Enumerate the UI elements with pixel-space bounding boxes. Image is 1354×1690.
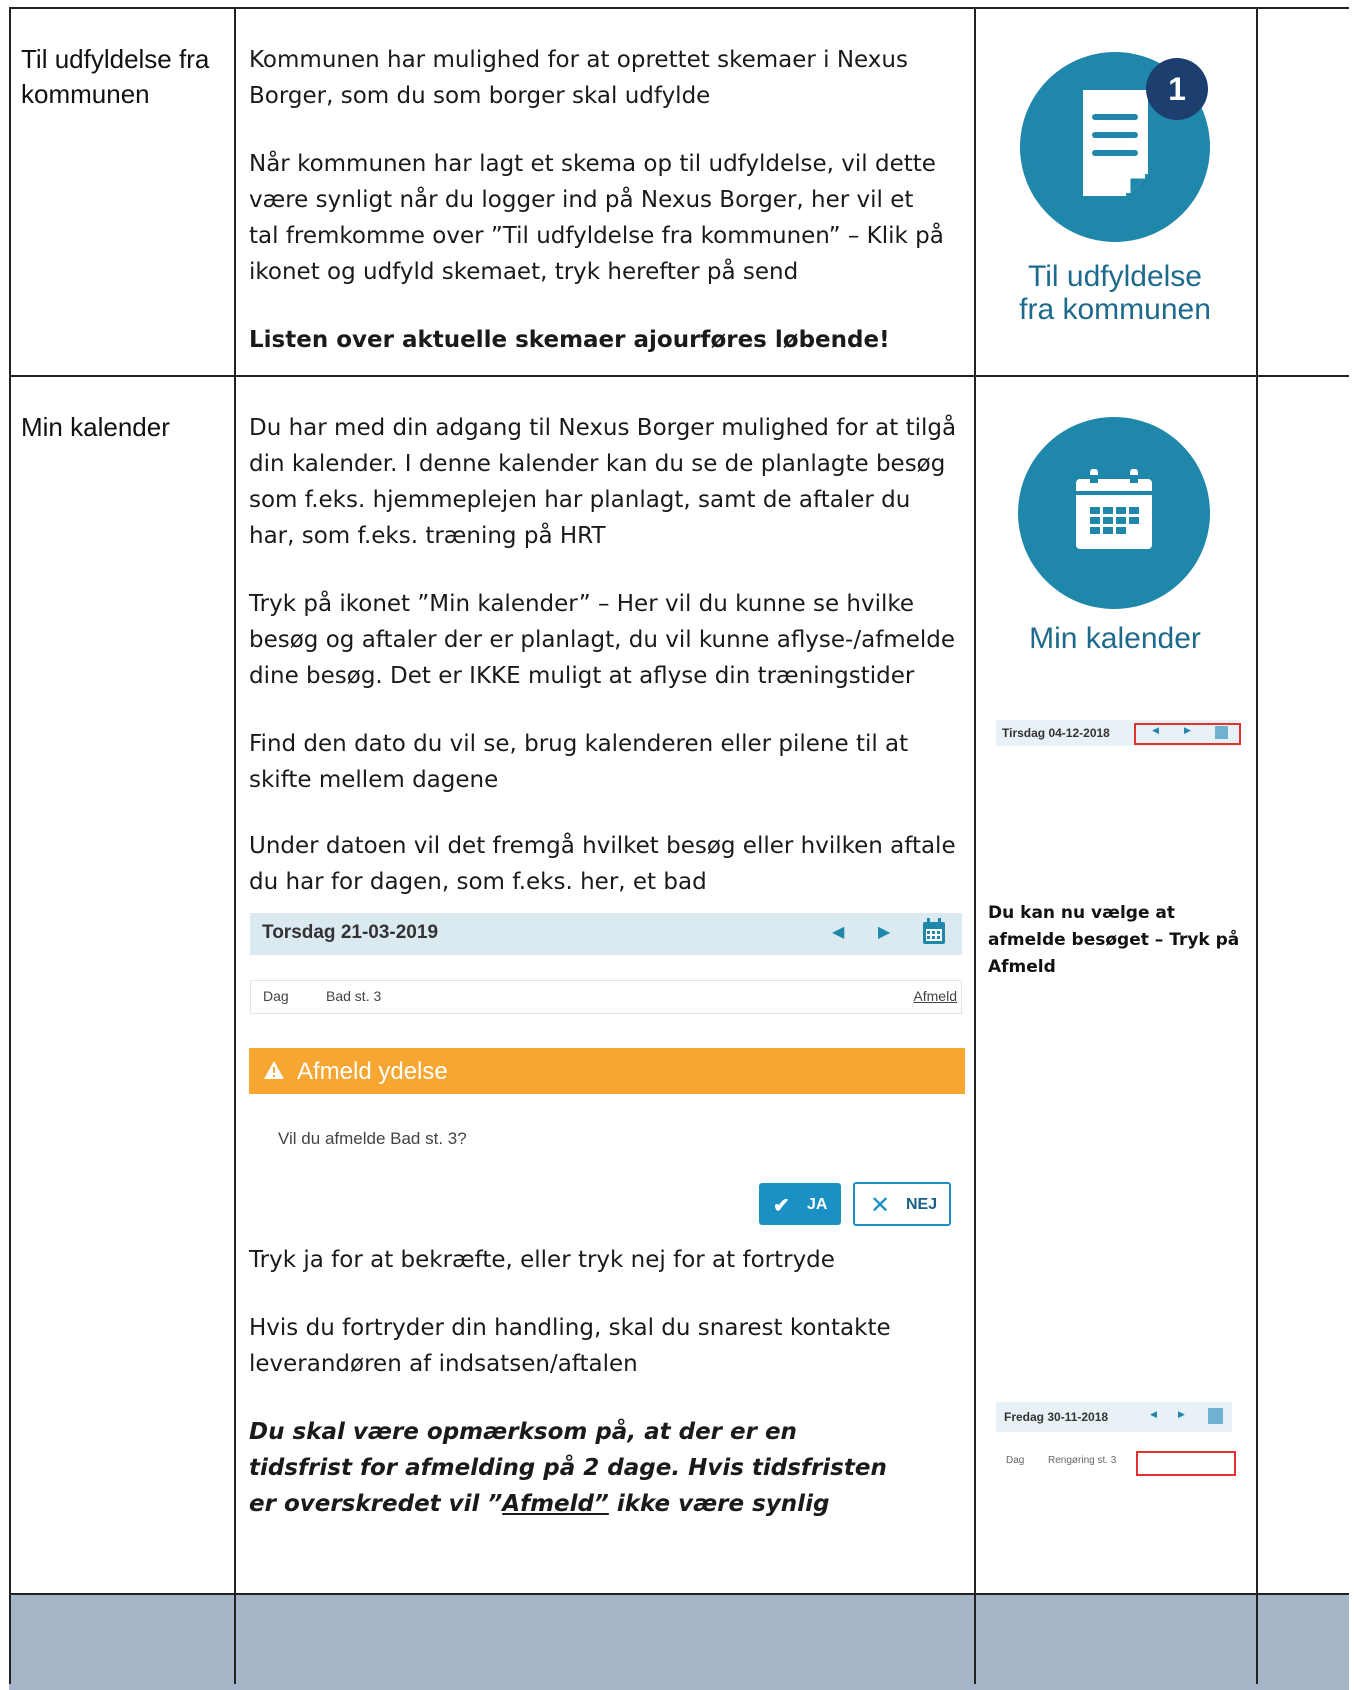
row-label: Min kalender [21, 412, 170, 442]
column-divider [974, 7, 976, 1684]
prev-arrow-icon[interactable]: ◀ [832, 922, 844, 941]
cancel-link[interactable]: Afmeld [913, 988, 957, 1004]
notification-badge: 1 [1146, 58, 1208, 120]
paragraph: Find den dato du vil se, brug kalenderen… [249, 731, 909, 793]
calendar-picker-icon[interactable] [1208, 1408, 1223, 1424]
caption-line: fra kommunen [1019, 293, 1211, 326]
row-label: Til udfyldelse fra kommunen [21, 44, 210, 109]
icon-caption: Min kalender [1029, 622, 1201, 655]
row-label: Dag [1006, 1455, 1025, 1466]
warning-icon [263, 1059, 285, 1087]
bold-note: Listen over aktuelle skemaer ajourføres … [249, 327, 890, 353]
paragraph: Når kommunen har lagt et skema op til ud… [249, 151, 944, 285]
check-icon: ✔ [773, 1195, 790, 1217]
highlight-box [1136, 1451, 1236, 1476]
close-icon: ✕ [870, 1192, 891, 1219]
next-arrow-icon[interactable]: ▶ [1184, 726, 1191, 736]
calendar-date-bar: Torsdag 21-03-2019 ◀ ▶ [250, 913, 962, 955]
table-left-border [9, 7, 11, 1684]
paragraph: Kommunen har mulighed for at oprettet sk… [249, 47, 908, 109]
visit-name: Bad st. 3 [326, 988, 382, 1004]
next-arrow-icon[interactable]: ▶ [1178, 1410, 1185, 1420]
mini-date: Fredag 30-11-2018 [1004, 1410, 1109, 1424]
calendar-picker-icon[interactable] [1215, 726, 1228, 739]
prev-arrow-icon[interactable]: ◀ [1152, 726, 1159, 736]
paragraph: Hvis du fortryder din handling, skal du … [249, 1315, 891, 1377]
paragraph: Du har med din adgang til Nexus Borger m… [249, 415, 957, 549]
row-divider [9, 1593, 1349, 1595]
side-note: Du kan nu vælge at afmelde besøget – Try… [988, 903, 1240, 977]
row-label: Dag [263, 988, 289, 1004]
no-label: NEJ [906, 1196, 938, 1213]
row-divider [9, 375, 1349, 377]
mini-date-bar: Fredag 30-11-2018 ◀ ▶ [996, 1402, 1232, 1432]
table-top-border [9, 7, 1349, 9]
mini-date: Tirsdag 04-12-2018 [1002, 726, 1110, 740]
table-row: Dag Rengøring st. 3 [996, 1446, 1236, 1478]
prev-arrow-icon[interactable]: ◀ [1150, 1410, 1157, 1420]
calendar-picker-icon[interactable] [922, 917, 946, 949]
note-link-text: Afmeld” [502, 1491, 609, 1517]
dialog-title: Afmeld ydelse [297, 1058, 448, 1085]
row-description: Kommunen har mulighed for at oprettet sk… [249, 42, 949, 358]
yes-label: JA [807, 1196, 828, 1213]
next-arrow-icon[interactable]: ▶ [878, 922, 890, 941]
note-text: ikke være synlig [608, 1491, 830, 1517]
mini-date-bar: Tirsdag 04-12-2018 ◀ ▶ [996, 720, 1241, 746]
caption-line: Til udfyldelse [1028, 260, 1202, 293]
no-button[interactable]: ✕ NEJ [853, 1182, 951, 1226]
table-right-border [1256, 7, 1258, 1684]
icon-caption: Til udfyldelse fra kommunen [990, 260, 1240, 326]
calendar-date: Torsdag 21-03-2019 [262, 922, 439, 943]
row-description-continued: Tryk ja for at bekræfte, eller tryk nej … [249, 1242, 959, 1522]
dialog-question: Vil du afmelde Bad st. 3? [278, 1129, 467, 1148]
deadline-note: Du skal være opmærksom på, at der er en … [249, 1414, 899, 1522]
paragraph: Tryk ja for at bekræfte, eller tryk nej … [249, 1247, 835, 1273]
visit-name: Rengøring st. 3 [1048, 1455, 1117, 1466]
paragraph: Tryk på ikonet ”Min kalender” – Her vil … [249, 591, 955, 689]
table-row: Dag Bad st. 3 Afmeld [250, 980, 962, 1014]
calendar-icon[interactable] [1018, 417, 1210, 609]
column-divider [234, 7, 236, 1684]
yes-button[interactable]: ✔ JA [759, 1183, 841, 1225]
highlight-box: ◀ ▶ [1134, 723, 1241, 745]
paragraph: Under datoen vil det fremgå hvilket besø… [249, 833, 956, 895]
row-description: Du har med din adgang til Nexus Borger m… [249, 410, 959, 900]
table-footer-row [9, 1595, 1349, 1690]
dialog-header: Afmeld ydelse [249, 1048, 965, 1094]
